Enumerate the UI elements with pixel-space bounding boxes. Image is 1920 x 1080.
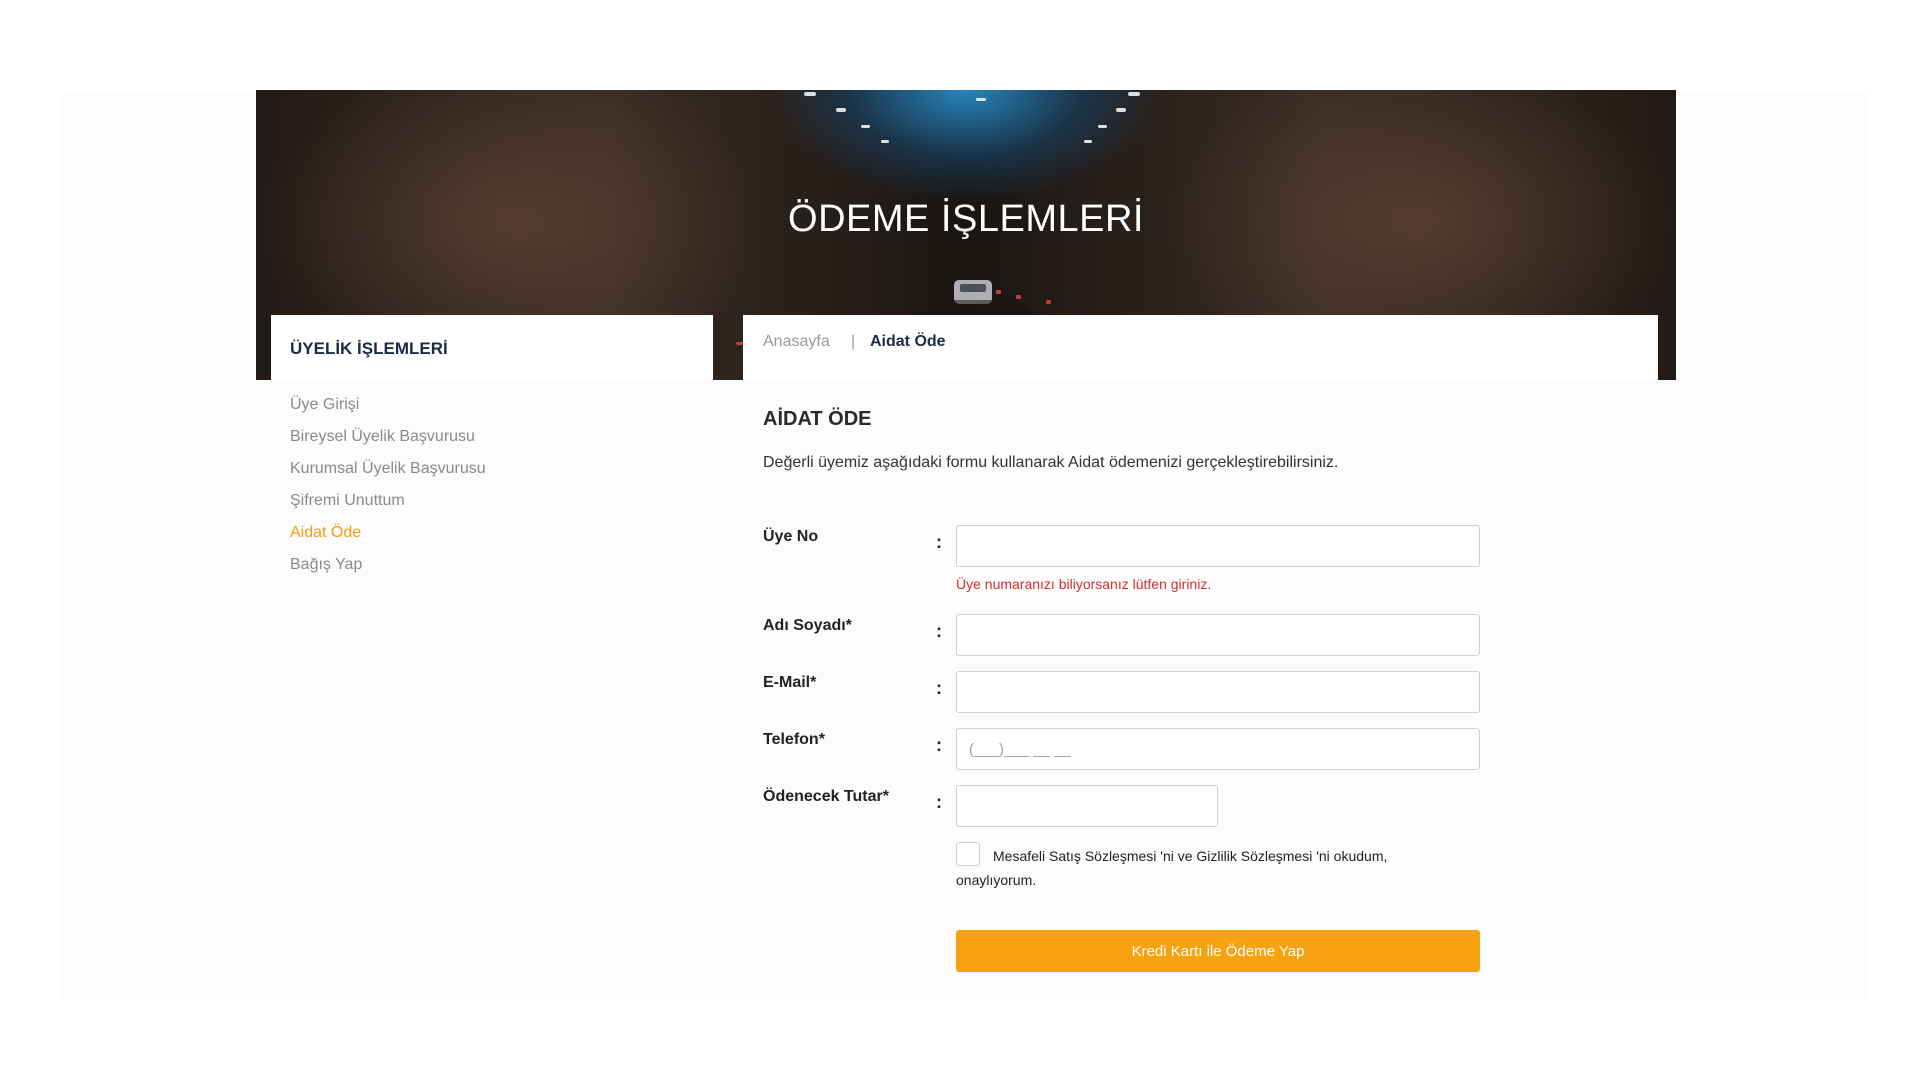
sidebar-header: ÜYELİK İŞLEMLERİ — [271, 315, 713, 380]
sidebar-item-bagis-yap[interactable]: Bağış Yap — [290, 556, 362, 574]
email-label: E-Mail* — [763, 674, 817, 691]
email-colon: : — [936, 678, 942, 698]
name-input[interactable] — [956, 614, 1480, 656]
phone-input[interactable] — [956, 728, 1480, 770]
breadcrumb-current: Aidat Öde — [870, 333, 946, 350]
member-no-input[interactable] — [956, 525, 1480, 567]
sidebar-item-sifremi-unuttum[interactable]: Şifremi Unuttum — [290, 492, 405, 510]
breadcrumb-separator: | — [851, 333, 856, 350]
name-label: Adı Soyadı* — [763, 617, 852, 634]
sidebar-item-bireysel-uyelik[interactable]: Bireysel Üyelik Başvurusu — [290, 428, 475, 446]
page-description: Değerli üyemiz aşağıdaki formu kullanara… — [763, 454, 1339, 471]
phone-colon: : — [936, 735, 942, 755]
member-no-hint: Üye numaranızı biliyorsanız lütfen girin… — [956, 576, 1212, 592]
agreement-text: Mesafeli Satış Sözleşmesi 'ni ve Gizlili… — [956, 848, 1388, 888]
breadcrumb-home-link[interactable]: Anasayfa — [763, 333, 830, 351]
breadcrumb: Anasayfa | Aidat Öde — [743, 315, 1658, 380]
sidebar-item-kurumsal-uyelik[interactable]: Kurumsal Üyelik Başvurusu — [290, 460, 486, 478]
agreement-checkbox[interactable] — [956, 842, 980, 866]
sidebar-item-uye-girisi[interactable]: Üye Girişi — [290, 396, 359, 414]
name-colon: : — [936, 621, 942, 641]
member-no-label: Üye No — [763, 528, 819, 545]
sidebar-item-aidat-ode[interactable]: Aidat Öde — [290, 524, 361, 542]
sidebar-menu: Üye Girişi Bireysel Üyelik Başvurusu Kur… — [271, 380, 713, 600]
amount-label: Ödenecek Tutar* — [763, 788, 889, 805]
sidebar-title: ÜYELİK İŞLEMLERİ — [290, 339, 448, 358]
amount-input[interactable] — [956, 785, 1218, 827]
payment-form-panel: AİDAT ÖDE Değerli üyemiz aşağıdaki formu… — [743, 380, 1658, 1000]
pay-with-card-button[interactable]: Kredi Kartı ile Ödeme Yap — [956, 930, 1480, 972]
email-input[interactable] — [956, 671, 1480, 713]
phone-label: Telefon* — [763, 731, 825, 748]
hero-title: ÖDEME İŞLEMLERİ — [788, 198, 1144, 240]
page-title: AİDAT ÖDE — [763, 408, 872, 430]
member-no-colon: : — [936, 532, 942, 552]
amount-colon: : — [936, 792, 942, 812]
